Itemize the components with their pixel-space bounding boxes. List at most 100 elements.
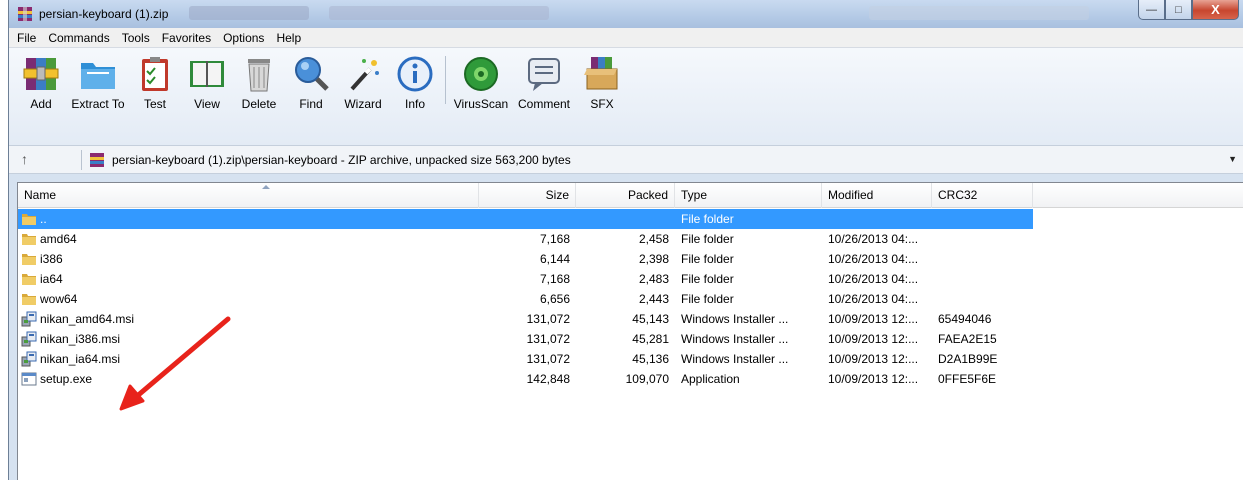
table-row[interactable]: nikan_ia64.msi 131,072 45,136 Windows Insta… (18, 349, 1033, 369)
file-list[interactable]: Name Size Packed Type Modified CRC32 .. F… (17, 182, 1243, 480)
wizard-label: Wizard (344, 97, 382, 111)
table-row[interactable]: nikan_amd64.msi 131,072 45,143 Windows Inst… (18, 309, 1033, 329)
column-modified[interactable]: Modified (822, 183, 932, 208)
magic-wand-icon (350, 59, 379, 91)
winrar-app-icon (18, 7, 32, 21)
file-name: nikan_ia64.msi (40, 352, 121, 366)
file-packed (576, 209, 669, 229)
file-name: amd64 (40, 232, 77, 246)
background-blur (869, 6, 1089, 20)
address-separator (81, 150, 82, 170)
file-crc: 0FFE5F6E (938, 372, 997, 386)
background-blur (329, 6, 549, 20)
folder-icon (21, 231, 37, 247)
file-packed: 109,070 (625, 372, 669, 386)
test-label: Test (143, 97, 166, 111)
file-modified: 10/09/2013 12:... (828, 372, 919, 386)
column-type[interactable]: Type (675, 183, 822, 208)
file-modified: 10/09/2013 12:... (828, 352, 919, 366)
title-bar[interactable]: persian-keyboard (1).zip — □ X (9, 0, 1243, 28)
info-button[interactable]: Info (389, 48, 441, 146)
menu-bar: File Commands Tools Favorites Options He… (9, 28, 1243, 48)
file-name: nikan_amd64.msi (40, 312, 135, 326)
add-label: Add (30, 97, 52, 111)
archive-path[interactable]: persian-keyboard (1).zip\persian-keyboar… (112, 153, 571, 167)
up-folder-button[interactable]: ↑ (21, 151, 28, 167)
minimize-button[interactable]: — (1138, 0, 1165, 20)
table-row[interactable]: i386 6,144 2,398 File folder 10/26/2013 04:.… (18, 249, 1033, 269)
file-name: .. (40, 212, 47, 226)
wizard-button[interactable]: Wizard (337, 48, 389, 146)
file-name: ia64 (40, 272, 63, 286)
add-button[interactable]: Add (15, 48, 67, 146)
virusscan-label: VirusScan (453, 97, 509, 111)
file-name: setup.exe (40, 372, 93, 386)
sfx-box-icon (584, 57, 618, 90)
file-name: nikan_i386.msi (40, 332, 121, 346)
file-crc (938, 209, 1033, 229)
column-crc32[interactable]: CRC32 (932, 183, 1033, 208)
info-icon (397, 56, 433, 92)
file-type: File folder (681, 212, 734, 226)
sort-ascending-icon (262, 185, 270, 189)
test-button[interactable]: Test (129, 48, 181, 146)
file-packed: 2,483 (638, 272, 669, 286)
file-packed: 2,443 (638, 292, 669, 306)
close-button[interactable]: X (1192, 0, 1239, 20)
file-crc (938, 229, 1033, 249)
folder-icon (21, 291, 37, 307)
find-button[interactable]: Find (285, 48, 337, 146)
toolbar: Add Extract To Test View Delete Find Wiz… (9, 48, 1243, 146)
extract-to-label: Extract To (71, 97, 125, 111)
file-type: Application (681, 372, 740, 386)
virus-scan-icon (464, 57, 498, 91)
column-name[interactable]: Name (18, 183, 479, 208)
menu-help[interactable]: Help (270, 31, 307, 45)
comment-icon (528, 58, 560, 91)
comment-button[interactable]: Comment (512, 48, 576, 146)
file-type: Windows Installer ... (681, 332, 789, 346)
table-row[interactable]: setup.exe 142,848 109,070 Application 10/09/… (18, 369, 1033, 389)
menu-file[interactable]: File (11, 31, 42, 45)
file-packed: 2,458 (638, 232, 669, 246)
view-label: View (194, 97, 220, 111)
file-modified: 10/09/2013 12:... (828, 332, 919, 346)
chevron-down-icon[interactable]: ▼ (1228, 154, 1237, 164)
file-modified: 10/09/2013 12:... (828, 312, 919, 326)
menu-tools[interactable]: Tools (116, 31, 156, 45)
file-type: Windows Installer ... (681, 352, 789, 366)
menu-favorites[interactable]: Favorites (156, 31, 217, 45)
sfx-button[interactable]: SFX (576, 48, 628, 146)
file-packed: 45,143 (632, 312, 669, 326)
table-row[interactable]: .. File folder (18, 209, 1033, 229)
column-header: Name Size Packed Type Modified CRC32 (18, 183, 1243, 208)
table-row[interactable]: amd64 7,168 2,458 File folder 10/26/2013 04:… (18, 229, 1033, 249)
msi-icon (21, 311, 37, 327)
file-packed: 2,398 (638, 252, 669, 266)
file-type: File folder (681, 272, 734, 286)
window-title: persian-keyboard (1).zip (39, 7, 169, 21)
file-size: 131,072 (526, 352, 570, 366)
book-icon (190, 61, 224, 87)
table-row[interactable]: ia64 7,168 2,483 File folder 10/26/2013 04:.… (18, 269, 1033, 289)
file-modified: 10/26/2013 04:... (828, 252, 919, 266)
menu-options[interactable]: Options (217, 31, 270, 45)
column-size[interactable]: Size (479, 183, 576, 208)
file-modified: 10/26/2013 04:... (828, 292, 919, 306)
table-row[interactable]: wow64 6,656 2,443 File folder 10/26/2013 04:… (18, 289, 1033, 309)
background-blur (189, 6, 309, 20)
view-button[interactable]: View (181, 48, 233, 146)
file-size: 6,656 (539, 292, 570, 306)
file-crc (938, 269, 1033, 289)
file-modified (828, 209, 932, 229)
table-row[interactable]: nikan_i386.msi 131,072 45,281 Windows Insta… (18, 329, 1033, 349)
virusscan-button[interactable]: VirusScan (450, 48, 512, 146)
column-packed[interactable]: Packed (576, 183, 675, 208)
find-label: Find (299, 97, 323, 111)
info-label: Info (404, 97, 425, 111)
delete-button[interactable]: Delete (233, 48, 285, 146)
extract-to-button[interactable]: Extract To (67, 48, 129, 146)
archive-icon (90, 153, 104, 167)
maximize-button[interactable]: □ (1165, 0, 1192, 20)
menu-commands[interactable]: Commands (42, 31, 115, 45)
